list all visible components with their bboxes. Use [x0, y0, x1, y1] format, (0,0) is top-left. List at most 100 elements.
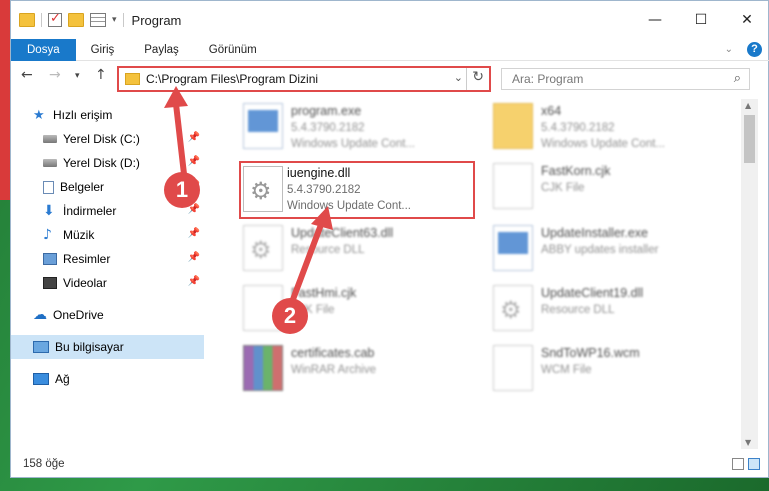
- file-description: Windows Update Cont...: [291, 138, 416, 150]
- navigation-pane: ★ Hızlı erişim Yerel Disk (C:) 📌 Yerel D…: [11, 99, 204, 449]
- tab-share[interactable]: Paylaş: [129, 39, 194, 61]
- sidebar-item-label: Müzik: [63, 228, 95, 242]
- view-buttons: [732, 458, 760, 470]
- file-name: certificates.cab: [291, 346, 375, 360]
- sidebar-item-label: Belgeler: [60, 180, 105, 194]
- vertical-scrollbar[interactable]: ▲ ▼: [741, 99, 758, 449]
- star-icon: ★: [33, 107, 45, 123]
- download-arrow-icon: ⬇: [43, 203, 55, 219]
- properties-icon[interactable]: [90, 13, 106, 27]
- file-detail: 5.4.3790.2182: [541, 122, 615, 134]
- gear-file-icon: [493, 285, 533, 331]
- file-name: FastHmi.cjk: [291, 286, 357, 300]
- gear-file-icon: [243, 166, 283, 212]
- file-name: UpdateClient19.dll: [541, 286, 644, 300]
- search-input[interactable]: Ara: Program ⌕: [501, 68, 750, 90]
- disk-icon: [43, 135, 57, 143]
- item-count: 158 öğe: [23, 458, 65, 470]
- search-icon[interactable]: ⌕: [734, 71, 741, 86]
- sidebar-item-videos[interactable]: Videolar 📌: [11, 271, 204, 295]
- separator: [41, 13, 42, 27]
- file-detail: Resource DLL: [291, 244, 365, 256]
- file-detail: ABBY updates installer: [541, 244, 659, 256]
- sidebar-item-label: OneDrive: [53, 308, 104, 322]
- address-dropdown-icon[interactable]: ⌄: [454, 71, 463, 84]
- file-name: SndToWP16.wcm: [541, 346, 640, 360]
- navigation-bar: ← → ▾ ↑ C:\Program Files\Program Dizini …: [11, 63, 769, 93]
- sidebar-item-this-pc[interactable]: Bu bilgisayar: [11, 335, 204, 359]
- sidebar-item-pictures[interactable]: Resimler 📌: [11, 247, 204, 271]
- up-arrow-icon[interactable]: ↑: [95, 67, 107, 83]
- expand-ribbon-chevron-icon[interactable]: ⌄: [725, 44, 733, 55]
- file-detail: 5.4.3790.2182: [287, 184, 361, 196]
- disk-icon: [43, 159, 57, 167]
- tab-view[interactable]: Görünüm: [194, 39, 272, 61]
- back-arrow-icon[interactable]: ←: [21, 67, 33, 83]
- recent-locations-chevron-icon[interactable]: ▾: [75, 71, 80, 81]
- sidebar-item-quick-access[interactable]: ★ Hızlı erişim: [11, 103, 204, 127]
- properties-check-icon[interactable]: [48, 11, 62, 27]
- sidebar-item-label: Yerel Disk (D:): [63, 156, 140, 170]
- refresh-icon[interactable]: ↻: [472, 69, 484, 85]
- file-detail: WinRAR Archive: [291, 364, 376, 376]
- pin-icon: 📌: [187, 228, 200, 239]
- file-detail: CJK File: [541, 182, 585, 194]
- sidebar-item-local-disk-c[interactable]: Yerel Disk (C:) 📌: [11, 127, 204, 151]
- file-name: program.exe: [291, 104, 362, 118]
- file-detail: 5.4.3790.2182: [291, 122, 365, 134]
- customize-dropdown-icon[interactable]: ▾: [112, 15, 117, 25]
- highlighted-file-item[interactable]: iuengine.dll 5.4.3790.2182 Windows Updat…: [239, 161, 475, 219]
- new-folder-icon[interactable]: [68, 13, 84, 27]
- sidebar-item-label: Videolar: [63, 276, 107, 290]
- tiles-view-icon[interactable]: [748, 458, 760, 470]
- scroll-down-arrow-icon[interactable]: ▼: [745, 438, 751, 447]
- file-item[interactable]: FastKorn.cjk CJK File: [489, 159, 719, 217]
- search-placeholder: Ara: Program: [512, 72, 584, 86]
- exe-icon: [493, 225, 533, 271]
- ribbon-tabs: Dosya Giriş Paylaş Görünüm ⌄ ?: [11, 38, 769, 61]
- sidebar-item-local-disk-d[interactable]: Yerel Disk (D:) 📌: [11, 151, 204, 175]
- minimize-button[interactable]: —: [632, 1, 678, 39]
- video-icon: [43, 277, 57, 289]
- file-description: Windows Update Cont...: [287, 200, 412, 212]
- exe-icon: [243, 103, 283, 149]
- file-icon: [493, 163, 533, 209]
- file-detail: Resource DLL: [541, 304, 615, 316]
- folder-icon: [493, 103, 533, 149]
- folder-icon: [125, 73, 140, 85]
- details-view-icon[interactable]: [732, 458, 744, 470]
- maximize-button[interactable]: ☐: [678, 1, 724, 39]
- pin-icon: 📌: [187, 132, 200, 143]
- sidebar-item-music[interactable]: ♪ Müzik 📌: [11, 223, 204, 247]
- file-item[interactable]: UpdateClient19.dll Resource DLL: [489, 281, 719, 339]
- scrollbar-thumb[interactable]: [744, 115, 755, 163]
- status-bar: 158 öğe: [11, 453, 769, 477]
- help-icon[interactable]: ?: [747, 42, 762, 57]
- folder-item[interactable]: x64 5.4.3790.2182 Windows Update Cont...: [489, 99, 719, 157]
- sidebar-item-label: Resimler: [63, 252, 111, 266]
- file-name: UpdateInstaller.exe: [541, 226, 649, 240]
- forward-arrow-icon[interactable]: →: [49, 67, 61, 83]
- address-bar[interactable]: C:\Program Files\Program Dizini ⌄ ↻: [117, 66, 491, 92]
- quick-access-toolbar: ▾: [11, 11, 124, 27]
- address-path[interactable]: C:\Program Files\Program Dizini: [146, 72, 318, 86]
- title-bar: ▾ Program — ☐ ✕: [11, 1, 769, 39]
- scroll-up-arrow-icon[interactable]: ▲: [745, 101, 751, 110]
- file-name: x64: [541, 104, 562, 118]
- tab-file[interactable]: Dosya: [11, 38, 76, 61]
- sidebar-item-onedrive[interactable]: ☁ OneDrive: [11, 303, 204, 327]
- tab-home[interactable]: Giriş: [76, 39, 130, 61]
- file-item[interactable]: UpdateClient63.dll Resource DLL: [239, 221, 469, 279]
- sidebar-item-network[interactable]: Ağ: [11, 367, 204, 391]
- sidebar-item-label: İndirmeler: [63, 204, 117, 218]
- folder-icon: [19, 13, 35, 27]
- window-title: Program: [131, 12, 182, 28]
- sidebar-item-label: Bu bilgisayar: [55, 340, 124, 354]
- close-button[interactable]: ✕: [724, 1, 769, 39]
- file-item[interactable]: certificates.cab WinRAR Archive: [239, 341, 469, 399]
- file-item[interactable]: program.exe 5.4.3790.2182 Windows Update…: [239, 99, 469, 157]
- file-explorer-window: ▾ Program — ☐ ✕ Dosya Giriş Paylaş Görün…: [10, 0, 769, 478]
- file-item[interactable]: SndToWP16.wcm WCM File: [489, 341, 719, 399]
- window-controls: — ☐ ✕: [632, 1, 769, 39]
- file-item[interactable]: UpdateInstaller.exe ABBY updates install…: [489, 221, 719, 279]
